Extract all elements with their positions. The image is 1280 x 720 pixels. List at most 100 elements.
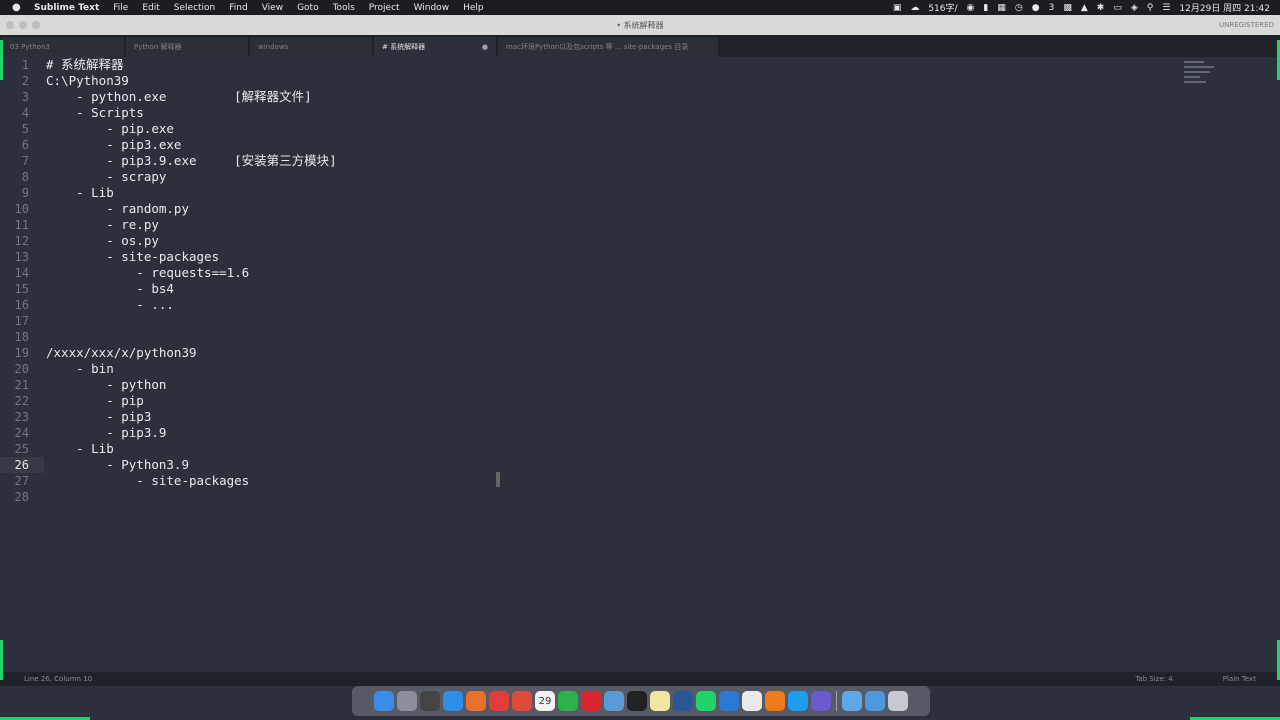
bluetooth-icon[interactable]: ✱	[1097, 3, 1105, 13]
code-line[interactable]: - site-packages	[46, 249, 1196, 265]
code-line[interactable]: - pip3.9.exe [安装第三方模块]	[46, 153, 1196, 169]
code-line[interactable]	[46, 329, 1196, 345]
code-line[interactable]: - pip3	[46, 409, 1196, 425]
wifi-icon[interactable]: ◈	[1131, 3, 1138, 13]
code-area[interactable]: # 系统解释器 C:\Python39 - python.exe [解释器文件] …	[46, 57, 1196, 505]
screen-recorder-icon[interactable]	[811, 691, 831, 711]
code-line[interactable]: - Lib	[46, 441, 1196, 457]
tab-dirty-dot-icon[interactable]: ●	[482, 43, 488, 51]
notes-icon[interactable]	[650, 691, 670, 711]
code-line[interactable]: - Scripts	[46, 105, 1196, 121]
preview-icon[interactable]	[604, 691, 624, 711]
firefox-icon[interactable]	[466, 691, 486, 711]
code-line[interactable]: - scrapy	[46, 169, 1196, 185]
close-window-button[interactable]	[6, 21, 14, 29]
keyboard-icon[interactable]: ▩	[1063, 3, 1072, 13]
line-number: 17	[14, 314, 29, 328]
line-number: 15	[14, 282, 29, 296]
code-line[interactable]: - python	[46, 377, 1196, 393]
search-icon[interactable]: ⚲	[1147, 3, 1154, 13]
calendar-icon[interactable]: 29	[535, 691, 555, 711]
wechat-status-icon[interactable]: ●	[1032, 3, 1040, 13]
vscode-icon[interactable]	[719, 691, 739, 711]
screen-record-icon[interactable]: ▣	[893, 3, 902, 13]
minimap[interactable]	[1184, 61, 1220, 97]
code-line[interactable]: - Lib	[46, 185, 1196, 201]
menu-tools[interactable]: Tools	[333, 3, 355, 13]
code-line[interactable]: - requests==1.6	[46, 265, 1196, 281]
launchpad-icon[interactable]	[397, 691, 417, 711]
code-line[interactable]: - ...	[46, 297, 1196, 313]
folder-icon[interactable]	[842, 691, 862, 711]
netease-music-icon[interactable]	[581, 691, 601, 711]
zoom-window-button[interactable]	[32, 21, 40, 29]
minimize-window-button[interactable]	[19, 21, 27, 29]
menu-window[interactable]: Window	[414, 3, 450, 13]
datetime-label[interactable]: 12月29日 周四 21:42	[1179, 1, 1270, 14]
tab-windows[interactable]: windows	[250, 37, 372, 57]
code-line[interactable]: - pip3.9	[46, 425, 1196, 441]
line-number: 25	[14, 442, 29, 456]
word-icon[interactable]	[673, 691, 693, 711]
headphones-icon[interactable]: ◉	[967, 3, 975, 13]
syntax-selector[interactable]: Plain Text	[1223, 675, 1256, 683]
cloud-icon[interactable]: ☁	[910, 3, 919, 13]
menu-edit[interactable]: Edit	[142, 3, 159, 13]
code-line[interactable]: - re.py	[46, 217, 1196, 233]
code-line[interactable]: - pip.exe	[46, 121, 1196, 137]
code-line[interactable]: - bin	[46, 361, 1196, 377]
input-method-icon[interactable]: ▦	[997, 3, 1006, 13]
chrome-icon[interactable]	[512, 691, 532, 711]
menu-app-name[interactable]: Sublime Text	[34, 3, 99, 13]
code-line[interactable]: - pip	[46, 393, 1196, 409]
tab-interpreter[interactable]: Python 解释器	[126, 37, 248, 57]
menu-help[interactable]: Help	[463, 3, 484, 13]
menu-find[interactable]: Find	[229, 3, 247, 13]
menu-file[interactable]: File	[113, 3, 128, 13]
code-line[interactable]: - bs4	[46, 281, 1196, 297]
volume-icon[interactable]: ▲	[1081, 3, 1088, 13]
finder-icon[interactable]	[374, 691, 394, 711]
code-line[interactable]	[46, 489, 1196, 505]
code-line[interactable]: # 系统解释器	[46, 57, 1196, 73]
microphone-icon[interactable]: ▮	[983, 3, 988, 13]
line-number: 9	[21, 186, 29, 200]
textedit-icon[interactable]	[742, 691, 762, 711]
clock-icon[interactable]: ◷	[1015, 3, 1023, 13]
sublime-icon[interactable]	[765, 691, 785, 711]
qq-icon[interactable]	[788, 691, 808, 711]
window-title: • 系统解释器	[616, 20, 664, 30]
code-line[interactable]: - random.py	[46, 201, 1196, 217]
code-line[interactable]: - os.py	[46, 233, 1196, 249]
menu-view[interactable]: View	[262, 3, 283, 13]
code-line[interactable]: - Python3.9	[46, 457, 1196, 473]
safari-icon[interactable]	[443, 691, 463, 711]
tab-python3[interactable]: 03 Python3	[2, 37, 124, 57]
code-line[interactable]: - python.exe [解释器文件]	[46, 89, 1196, 105]
code-line[interactable]: - pip3.exe	[46, 137, 1196, 153]
tab-size-selector[interactable]: Tab Size: 4	[1135, 675, 1172, 683]
code-line[interactable]: - site-packages	[46, 473, 1196, 489]
dock-separator	[836, 691, 837, 711]
tab-mac-env[interactable]: mac环境Python以及包scripts 等 ... site-package…	[498, 37, 718, 57]
mission-control-icon[interactable]	[420, 691, 440, 711]
code-line[interactable]	[46, 313, 1196, 329]
pycharm-icon[interactable]	[696, 691, 716, 711]
menu-project[interactable]: Project	[369, 3, 400, 13]
todo-icon[interactable]	[489, 691, 509, 711]
menu-selection[interactable]: Selection	[174, 3, 215, 13]
code-line[interactable]: /xxxx/xxx/x/python39	[46, 345, 1196, 361]
line-number: 27	[14, 474, 29, 488]
editor-pane[interactable]: 1 2 3 4 5 6 7 8 9 10 11 12 13 14 15 16 17 18 19 20 21 22 23 24 2…	[0, 57, 1280, 672]
tab-system-interpreter[interactable]: # 系统解释器 ●	[374, 37, 496, 57]
menu-goto[interactable]: Goto	[297, 3, 319, 13]
terminal-icon[interactable]	[627, 691, 647, 711]
tab-bar: 03 Python3 Python 解释器 windows # 系统解释器 ● …	[0, 35, 1280, 57]
trash-icon[interactable]	[888, 691, 908, 711]
code-line[interactable]: C:\Python39	[46, 73, 1196, 89]
wechat-icon[interactable]	[558, 691, 578, 711]
apple-menu-icon[interactable]: ●	[12, 2, 24, 13]
control-center-icon[interactable]: ☰	[1162, 3, 1170, 13]
battery-icon[interactable]: ▭	[1113, 3, 1122, 13]
downloads-folder-icon[interactable]	[865, 691, 885, 711]
